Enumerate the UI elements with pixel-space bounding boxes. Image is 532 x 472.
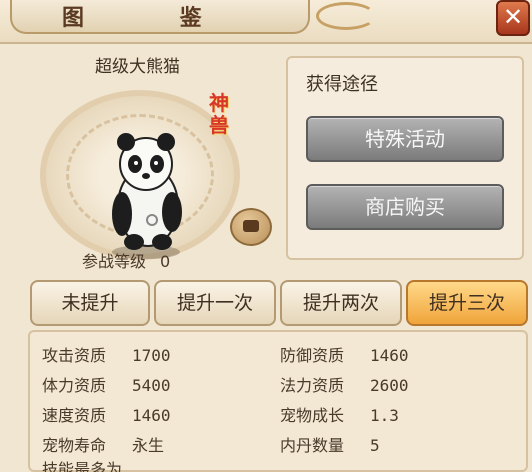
- tab-upgrade-thrice[interactable]: 提升三次: [406, 280, 528, 326]
- tab-upgrade-once[interactable]: 提升一次: [154, 280, 276, 326]
- stat-speed: 速度资质 1460: [42, 402, 171, 430]
- stat-growth: 宠物成长 1.3: [280, 402, 399, 430]
- stat-value: 1460: [370, 346, 409, 365]
- title-bar: 图 鉴 ✕: [0, 0, 532, 44]
- tab-not-upgraded[interactable]: 未提升: [30, 280, 150, 326]
- obtain-panel: 获得途径 特殊活动 商店购买: [286, 56, 524, 260]
- battle-level: 参战等级 0: [82, 248, 170, 272]
- stat-value: 5: [370, 436, 380, 455]
- window-title: 图 鉴: [62, 6, 246, 31]
- title-plate: 图 鉴: [10, 0, 310, 34]
- stat-value: 1.3: [370, 406, 399, 425]
- stat-label: 宠物成长: [280, 406, 345, 425]
- stat-value: 1700: [132, 346, 171, 365]
- stat-value: 永生: [132, 436, 165, 455]
- swirl-ornament-icon: [316, 2, 376, 30]
- battle-level-value: 0: [160, 252, 171, 271]
- stat-label: 攻击资质: [42, 346, 107, 365]
- stat-label: 体力资质: [42, 376, 107, 395]
- obtain-title: 获得途径: [306, 74, 378, 95]
- special-event-button[interactable]: 特殊活动: [306, 116, 504, 162]
- stat-label: 速度资质: [42, 406, 107, 425]
- stat-label: 法力资质: [280, 376, 345, 395]
- pet-name: 超级大熊猫: [95, 57, 180, 77]
- divine-beast-badge: 神兽: [209, 91, 229, 137]
- tab-upgrade-twice[interactable]: 提升两次: [280, 280, 402, 326]
- stat-value: 2600: [370, 376, 409, 395]
- speech-bubble-icon[interactable]: [230, 208, 272, 246]
- stat-label: 内丹数量: [280, 436, 345, 455]
- stat-inner-core: 内丹数量 5: [280, 432, 380, 460]
- stat-defense: 防御资质 1460: [280, 342, 409, 370]
- stat-attack: 攻击资质 1700: [42, 342, 171, 370]
- battle-level-label: 参战等级: [82, 252, 147, 271]
- skills-max-label: 技能最多为: [42, 460, 123, 472]
- stat-label: 宠物寿命: [42, 436, 107, 455]
- close-button[interactable]: ✕: [496, 0, 530, 36]
- stat-stamina: 体力资质 5400: [42, 372, 171, 400]
- pet-panel: 超级大熊猫 神兽 参战等级 0: [0, 44, 285, 276]
- upgrade-tabs: 未提升 提升一次 提升两次 提升三次: [28, 280, 528, 328]
- shop-purchase-button[interactable]: 商店购买: [306, 184, 504, 230]
- stat-value: 5400: [132, 376, 171, 395]
- panda-pet-image: [112, 133, 182, 259]
- stat-mana: 法力资质 2600: [280, 372, 409, 400]
- stats-panel: 攻击资质 1700 体力资质 5400 速度资质 1460 宠物寿命 永生 防御资质 14…: [28, 330, 528, 472]
- stat-value: 1460: [132, 406, 171, 425]
- stat-label: 防御资质: [280, 346, 345, 365]
